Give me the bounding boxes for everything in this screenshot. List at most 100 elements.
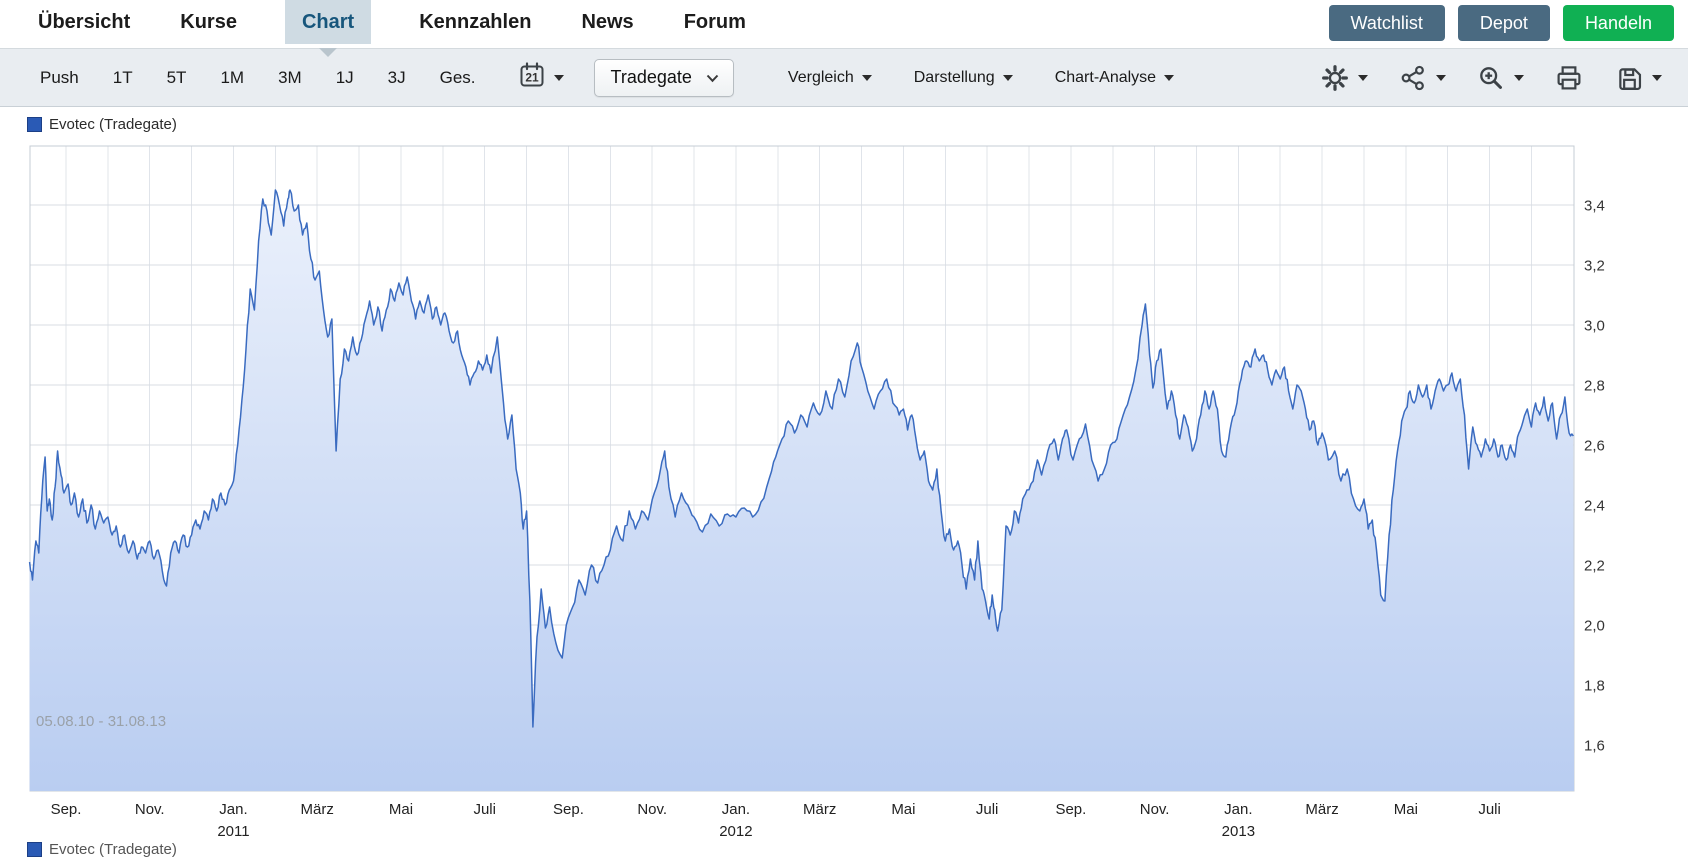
tab-label: Chart — [301, 10, 355, 33]
series-marker-icon — [27, 842, 42, 857]
watchlist-button[interactable]: Watchlist — [1328, 5, 1445, 41]
svg-text:Nov.: Nov. — [135, 801, 165, 818]
print-icon — [1554, 63, 1584, 93]
svg-text:Jan.: Jan. — [722, 801, 750, 818]
caret-down-icon — [1652, 74, 1662, 81]
svg-text:Sep.: Sep. — [51, 801, 82, 818]
caret-down-icon — [1358, 74, 1368, 81]
settings-button[interactable] — [1320, 63, 1368, 93]
period-1j[interactable]: 1J — [336, 68, 354, 88]
svg-text:Mai: Mai — [389, 801, 413, 818]
svg-text:3,4: 3,4 — [1584, 198, 1605, 215]
tab-news[interactable]: News — [579, 0, 635, 44]
date-range-watermark: 05.08.10 - 31.08.13 — [36, 713, 166, 730]
share-button[interactable] — [1398, 63, 1446, 93]
y-axis-labels: 3,4 3,2 3,0 2,8 2,6 2,4 2,2 2,0 1,8 1,6 — [1584, 198, 1605, 755]
menu-label: Chart-Analyse — [1054, 68, 1157, 86]
chart-menus: Vergleich Darstellung Chart-Analyse — [788, 68, 1175, 87]
tab-label: Forum — [683, 10, 746, 33]
tab-forum[interactable]: Forum — [682, 0, 748, 44]
svg-text:3,2: 3,2 — [1584, 258, 1605, 275]
tab-kurse[interactable]: Kurse — [178, 0, 239, 44]
svg-text:3,0: 3,0 — [1584, 318, 1605, 335]
series-label: Evotec (Tradegate) — [49, 841, 177, 858]
period-1t[interactable]: 1T — [113, 68, 133, 88]
tab-uebersicht[interactable]: Übersicht — [36, 0, 132, 44]
vergleich-menu[interactable]: Vergleich — [788, 69, 872, 87]
period-3j[interactable]: 3J — [388, 68, 406, 88]
caret-down-icon — [553, 74, 564, 81]
tab-label: Kurse — [180, 10, 237, 33]
header-actions: Watchlist Depot Handeln — [1328, 5, 1674, 41]
settings-icon — [1320, 63, 1350, 93]
calendar-21-icon: 21 — [518, 61, 546, 94]
svg-text:Nov.: Nov. — [637, 801, 667, 818]
svg-text:2,2: 2,2 — [1584, 558, 1605, 575]
tab-kennzahlen[interactable]: Kennzahlen — [417, 0, 533, 44]
svg-text:2,0: 2,0 — [1584, 618, 1605, 635]
period-3m[interactable]: 3M — [278, 68, 302, 88]
darstellung-menu[interactable]: Darstellung — [914, 69, 1013, 87]
svg-text:Sep.: Sep. — [553, 801, 584, 818]
zoom-button[interactable] — [1476, 63, 1524, 93]
price-area — [29, 190, 1575, 791]
svg-text:Sep.: Sep. — [1055, 801, 1086, 818]
caret-down-icon — [1164, 74, 1175, 81]
caret-down-icon — [861, 74, 872, 81]
chart-legend: Evotec (Tradegate) — [27, 116, 177, 133]
period-5t[interactable]: 5T — [167, 68, 187, 88]
menu-label: Darstellung — [913, 68, 995, 86]
svg-text:März: März — [803, 801, 836, 818]
svg-text:2013: 2013 — [1222, 823, 1255, 840]
caret-down-icon — [1436, 74, 1446, 81]
svg-text:Juli: Juli — [473, 801, 496, 818]
svg-text:Mai: Mai — [1394, 801, 1418, 818]
handeln-button[interactable]: Handeln — [1562, 5, 1674, 41]
tab-chart[interactable]: Chart — [284, 0, 372, 44]
menu-label: Vergleich — [787, 68, 854, 86]
save-icon — [1614, 63, 1644, 93]
svg-text:2,8: 2,8 — [1584, 378, 1605, 395]
svg-text:21: 21 — [525, 71, 539, 85]
period-ges[interactable]: Ges. — [440, 68, 476, 88]
svg-text:1,6: 1,6 — [1584, 738, 1605, 755]
svg-text:Juli: Juli — [976, 801, 999, 818]
chart-page: { "nav": { "tabs": [ {"label": "Übersich… — [0, 0, 1688, 858]
chart-analyse-menu[interactable]: Chart-Analyse — [1054, 68, 1175, 87]
clipped-legend: Evotec (Tradegate) — [27, 841, 177, 858]
svg-text:Juli: Juli — [1478, 801, 1501, 818]
svg-text:Jan.: Jan. — [1224, 801, 1252, 818]
push-toggle[interactable]: Push — [40, 68, 79, 88]
zoom-in-icon — [1476, 63, 1506, 93]
series-marker-icon — [27, 117, 42, 132]
caret-down-icon — [1002, 74, 1013, 81]
period-selector: Push 1T 5T 1M 3M 1J 3J Ges. — [40, 68, 476, 88]
share-icon — [1398, 63, 1428, 93]
depot-button[interactable]: Depot — [1457, 5, 1550, 41]
chevron-down-icon — [706, 67, 719, 88]
svg-text:März: März — [301, 801, 334, 818]
chart-tools — [1320, 63, 1662, 93]
svg-text:Jan.: Jan. — [219, 801, 247, 818]
tab-label: Übersicht — [38, 10, 131, 33]
series-label: Evotec (Tradegate) — [49, 116, 177, 133]
print-button[interactable] — [1554, 63, 1584, 93]
tab-label: Kennzahlen — [419, 10, 532, 33]
svg-text:Mai: Mai — [891, 801, 915, 818]
save-button[interactable] — [1614, 63, 1662, 93]
svg-text:2,4: 2,4 — [1584, 498, 1605, 515]
x-axis-labels: Sep. Nov. Jan. 2011 März Mai Juli Sep. Nov. Jan. 2… — [51, 801, 1501, 840]
svg-text:2011: 2011 — [217, 823, 249, 840]
price-chart[interactable]: 05.08.10 - 31.08.13 3,4 3,2 3,0 2,8 2,6 2,4 2,2… — [0, 140, 1688, 847]
tab-label: News — [581, 10, 634, 33]
svg-text:Nov.: Nov. — [1140, 801, 1170, 818]
exchange-value: Tradegate — [610, 66, 692, 87]
caret-down-icon — [1514, 74, 1524, 81]
chart-toolbar: Push 1T 5T 1M 3M 1J 3J Ges. 21 Tradegate — [0, 48, 1688, 107]
svg-text:2012: 2012 — [719, 823, 752, 840]
svg-text:2,6: 2,6 — [1584, 438, 1605, 455]
date-range-button[interactable]: 21 — [518, 61, 564, 94]
exchange-select[interactable]: Tradegate — [593, 58, 734, 97]
period-1m[interactable]: 1M — [220, 68, 244, 88]
svg-text:März: März — [1305, 801, 1338, 818]
